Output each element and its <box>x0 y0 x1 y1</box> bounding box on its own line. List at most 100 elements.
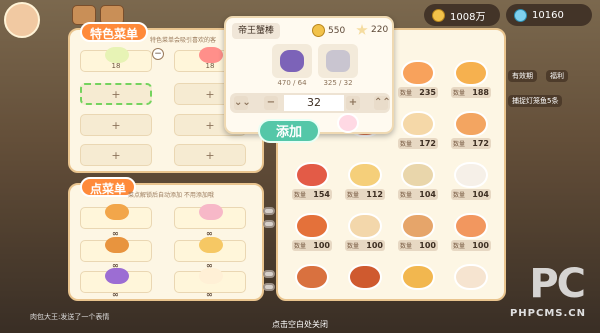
dish-card[interactable]: 数量 100 <box>290 213 334 251</box>
add-slot-button[interactable]: + <box>80 144 152 166</box>
dish-card[interactable] <box>449 264 493 302</box>
count-caption: 数量 <box>347 243 360 250</box>
dish-image <box>348 213 382 239</box>
infinite-count: ∞ <box>112 290 119 299</box>
dish-count-label: 数量 154 <box>292 189 332 200</box>
order-slot[interactable] <box>174 237 246 262</box>
decrease-button[interactable]: − <box>264 96 278 110</box>
gem-icon <box>514 8 527 22</box>
binder-ring <box>263 207 275 215</box>
ingredient-2-count: 325 / 32 <box>323 79 353 87</box>
dish-image <box>401 60 435 86</box>
player-avatar[interactable] <box>4 2 40 38</box>
money-counter: 1008万 <box>424 4 500 26</box>
featured-menu-hint: 特色菜单会吸引喜欢的客 <box>150 37 217 44</box>
dish-image <box>401 264 435 290</box>
count-caption: 数量 <box>400 192 413 199</box>
count-caption: 数量 <box>400 141 413 148</box>
dish-card[interactable]: 数量 100 <box>449 213 493 251</box>
dish-count-label: 数量 100 <box>451 240 491 251</box>
ingredient-1 <box>272 44 312 78</box>
tag-welfare[interactable]: 福利 <box>546 70 568 82</box>
dish-image <box>401 162 435 188</box>
infinite-count: ∞ <box>206 229 213 238</box>
slot-count: 18 <box>205 62 215 70</box>
dish-image <box>199 268 223 284</box>
dish-card[interactable]: 数量 172 <box>449 111 493 149</box>
dish-card[interactable]: 数量 188 <box>449 60 493 98</box>
dish-count-label: 数量 104 <box>451 189 491 200</box>
dish-card[interactable]: 数量 154 <box>290 162 334 200</box>
count-value: 235 <box>419 88 436 97</box>
quantity-field[interactable]: 32 <box>284 95 344 111</box>
ingredient-2 <box>318 44 358 78</box>
dish-card[interactable]: 数量 104 <box>396 162 440 200</box>
dish-image <box>105 204 129 220</box>
star-cost: 220 <box>356 24 388 36</box>
recipe-name: 帝王蟹棒 <box>232 23 281 39</box>
dish-image <box>105 47 129 63</box>
recipe-popup: 帝王蟹棒 550 220 470 / 64 325 / 32 ⌄⌄ − 32 +… <box>224 16 394 134</box>
add-slot-button[interactable]: + <box>80 83 152 105</box>
dish-count-label: 数量 100 <box>345 240 385 251</box>
tag-validity: 有效期 <box>508 70 537 82</box>
add-slot-button[interactable]: + <box>80 114 152 136</box>
count-value: 172 <box>419 139 436 148</box>
order-slot[interactable] <box>80 237 152 262</box>
coin-icon <box>312 24 325 37</box>
order-slot[interactable] <box>174 204 246 229</box>
coin-icon <box>432 8 445 22</box>
featured-menu-title: 特色菜单 <box>80 22 149 42</box>
binder-ring <box>263 270 275 278</box>
increase-button[interactable]: + <box>346 96 360 110</box>
coin-cost-value: 550 <box>328 25 346 36</box>
jar-icon <box>326 50 350 72</box>
count-caption: 数量 <box>453 192 466 199</box>
dish-image <box>454 111 488 137</box>
dish-card[interactable]: 数量 104 <box>449 162 493 200</box>
dish-image <box>295 162 329 188</box>
dish-image <box>454 162 488 188</box>
dish-card[interactable]: 数量 172 <box>396 111 440 149</box>
close-hint[interactable]: 点击空白处关闭 <box>0 319 600 330</box>
dish-image <box>199 204 223 220</box>
dish-image <box>105 237 129 253</box>
increase-ten-button[interactable]: ⌃⌃ <box>374 96 391 110</box>
money-value: 1008万 <box>450 11 486 23</box>
add-slot-button[interactable]: + <box>174 144 246 166</box>
order-slot[interactable] <box>80 204 152 229</box>
dish-card[interactable]: 数量 235 <box>396 60 440 98</box>
watermark-logo: PC <box>529 261 586 307</box>
coin-cost: 550 <box>312 24 345 37</box>
dish-count-label: 数量 172 <box>398 138 438 149</box>
dish-card[interactable] <box>290 264 334 302</box>
slot-count: 18 <box>111 62 121 70</box>
dish-image <box>295 213 329 239</box>
watermark-text: PHPCMS.CN <box>509 308 586 319</box>
dish-image <box>199 237 223 253</box>
dish-count-label: 数量 188 <box>451 87 491 98</box>
dish-card[interactable]: 数量 112 <box>343 162 387 200</box>
dish-card[interactable]: 数量 100 <box>343 213 387 251</box>
infinite-count: ∞ <box>112 229 119 238</box>
dish-card[interactable] <box>343 264 387 302</box>
remove-button[interactable]: − <box>152 48 164 60</box>
quest-tag[interactable]: 捕捉灯笼鱼5条 <box>508 95 563 107</box>
crab-icon <box>280 50 304 72</box>
infinite-count: ∞ <box>112 261 119 270</box>
dish-count-label: 数量 172 <box>451 138 491 149</box>
featured-slot-1[interactable]: 18 <box>80 47 152 72</box>
count-value: 100 <box>419 241 436 250</box>
paw-icon <box>337 113 359 133</box>
count-value: 104 <box>419 190 436 199</box>
dish-card[interactable] <box>396 264 440 302</box>
dish-card[interactable]: 数量 100 <box>396 213 440 251</box>
gem-value: 10160 <box>532 9 564 21</box>
count-caption: 数量 <box>347 192 360 199</box>
binder-ring <box>263 283 275 291</box>
decrease-ten-button[interactable]: ⌄⌄ <box>234 96 251 110</box>
gem-counter: 10160 <box>506 4 592 26</box>
dish-image <box>454 264 488 290</box>
add-button[interactable]: 添加 <box>258 119 320 143</box>
dish-image <box>105 268 129 284</box>
